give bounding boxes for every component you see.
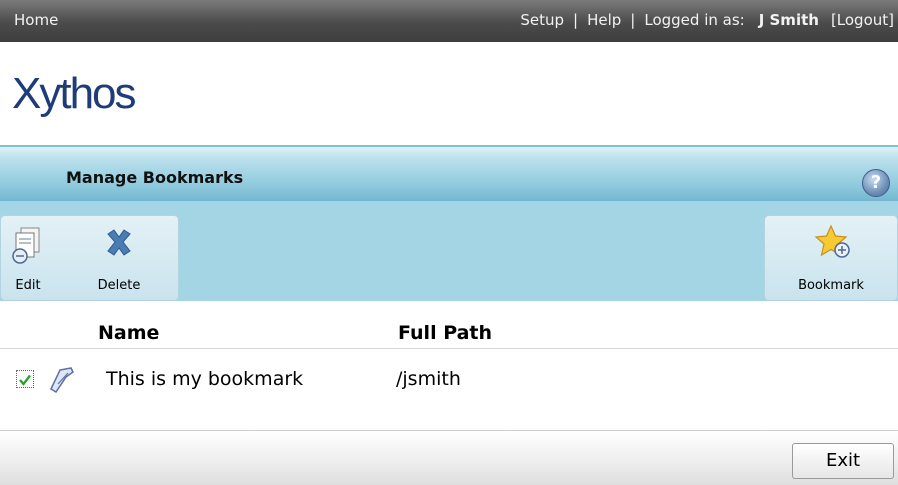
add-bookmark-button[interactable]: Bookmark: [783, 216, 879, 300]
table-header: Name Full Path: [0, 312, 898, 349]
panel-header: Manage Bookmarks ?: [0, 145, 898, 203]
logout-link[interactable]: [Logout]: [831, 11, 894, 29]
bookmark-link-icon: [50, 367, 74, 394]
current-user-name: J Smith: [758, 11, 819, 29]
logged-in-label: Logged in as:: [644, 11, 745, 29]
home-link[interactable]: Home: [14, 11, 58, 29]
edit-label: Edit: [15, 278, 41, 293]
separator: |: [630, 11, 636, 29]
setup-link[interactable]: Setup: [520, 11, 564, 29]
column-header-name[interactable]: Name: [98, 322, 159, 344]
checkmark-icon: [19, 374, 31, 386]
delete-x-icon: [107, 229, 131, 256]
row-checkbox[interactable]: [16, 370, 34, 388]
edit-button[interactable]: Edit: [5, 216, 51, 300]
toolbar-group-bookmark: Bookmark: [764, 215, 898, 301]
delete-button[interactable]: Delete: [87, 216, 151, 300]
column-header-full-path[interactable]: Full Path: [398, 322, 492, 344]
table-row: This is my bookmark /jsmith: [0, 352, 898, 408]
help-icon[interactable]: ?: [862, 169, 890, 197]
separator: |: [573, 11, 579, 29]
top-nav-right: Setup | Help | Logged in as: J Smith [Logout]: [520, 11, 894, 29]
help-link[interactable]: Help: [587, 11, 621, 29]
bookmark-name[interactable]: This is my bookmark: [106, 368, 303, 390]
footer-bar: Exit: [0, 430, 898, 485]
top-nav-bar: Home Setup | Help | Logged in as: J Smith [Log…: [0, 0, 898, 42]
bookmark-star-icon: [814, 224, 850, 258]
toolbar: Edit Delete Bookmark: [0, 201, 898, 301]
toolbar-group-actions: Edit Delete: [0, 215, 179, 301]
exit-button[interactable]: Exit: [792, 443, 894, 479]
bookmark-label: Bookmark: [798, 278, 864, 293]
page-title: Manage Bookmarks: [66, 168, 244, 187]
delete-label: Delete: [97, 278, 141, 293]
xythos-logo: Xythos: [12, 69, 137, 118]
bookmark-path: /jsmith: [396, 368, 461, 390]
edit-document-icon: [12, 227, 40, 264]
